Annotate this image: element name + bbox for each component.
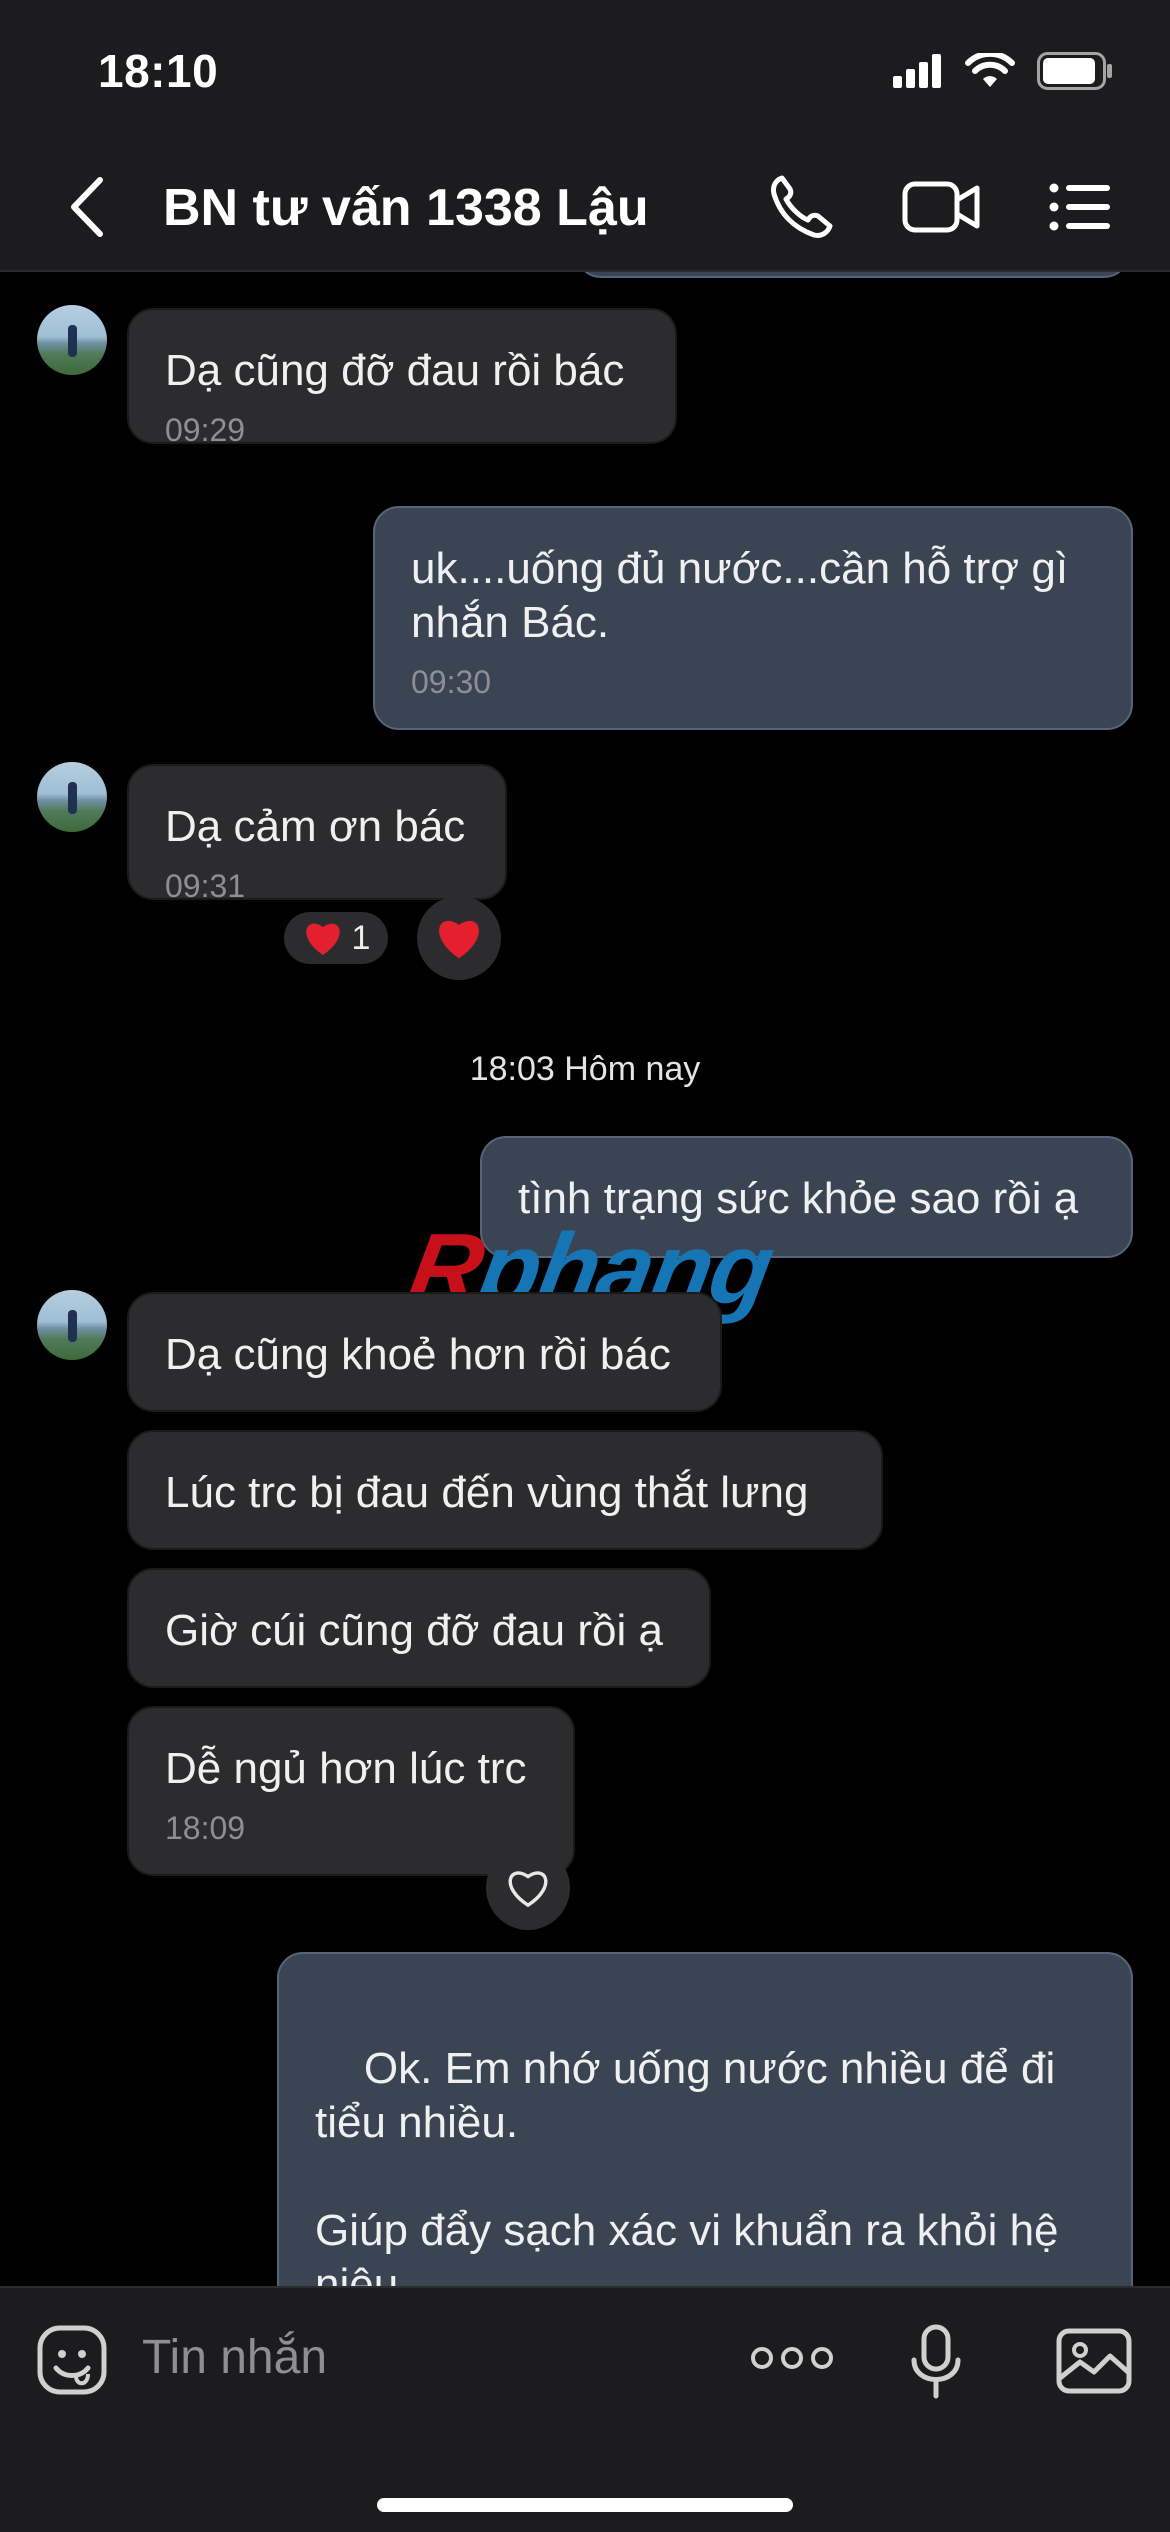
avatar[interactable] (37, 1290, 107, 1360)
message-text: Lúc trc bị đau đến vùng thắt lưng (165, 1468, 809, 1517)
message-bubble-incoming[interactable]: Giờ cúi cũng đỡ đau rồi ạ (127, 1568, 711, 1688)
image-gallery-icon[interactable] (1056, 2328, 1132, 2394)
home-indicator (377, 2498, 793, 2512)
wifi-icon (965, 53, 1015, 87)
previous-message-edge (575, 272, 1130, 278)
date-separator: 18:03 Hôm nay (469, 1050, 701, 1088)
message-bubble-outgoing[interactable]: uk....uống đủ nước...cần hỗ trợ gì nhắn … (373, 506, 1133, 730)
heart-icon (305, 923, 340, 955)
reaction-count: 1 (351, 918, 371, 957)
header-divider (0, 270, 1170, 272)
message-bubble-incoming[interactable]: Dạ cũng đỡ đau rồi bác 09:29 (127, 308, 677, 448)
top-bar: 18:10 BN tư vấn 1338 Lậu (0, 0, 1170, 272)
video-camera-icon[interactable] (902, 172, 980, 242)
message-bubble-incoming[interactable]: Dạ cũng khoẻ hơn rồi bác (127, 1292, 722, 1412)
message-input[interactable]: Tin nhắn (142, 2330, 327, 2385)
message-time: 09:31 (165, 868, 246, 904)
avatar[interactable] (37, 305, 107, 375)
cellular-signal-icon (893, 54, 941, 88)
microphone-icon[interactable] (908, 2324, 964, 2400)
reaction-summary[interactable]: 1 (284, 912, 388, 964)
message-bubble-incoming[interactable]: Lúc trc bị đau đến vùng thắt lưng (127, 1430, 883, 1550)
react-button[interactable] (486, 1846, 570, 1930)
react-button[interactable] (417, 896, 501, 980)
chevron-left-icon[interactable] (60, 172, 116, 242)
message-time: 09:29 (165, 412, 246, 448)
heart-outline-icon (508, 1871, 548, 1908)
message-list[interactable]: Dạ cũng đỡ đau rồi bác 09:29 uk....uống … (0, 272, 1170, 2286)
message-time: 18:09 (165, 1810, 246, 1846)
message-bubble-outgoing[interactable]: Ok. Em nhớ uống nước nhiều để đi tiểu nh… (277, 1952, 1133, 2286)
avatar[interactable] (37, 762, 107, 832)
battery-icon (1037, 52, 1112, 90)
list-menu-icon[interactable] (1048, 172, 1112, 242)
chat-title[interactable]: BN tư vấn 1338 Lậu (163, 178, 649, 238)
message-text: Dễ ngủ hơn lúc trc (165, 1744, 527, 1793)
message-text: uk....uống đủ nước...cần hỗ trợ gì nhắn … (411, 544, 1069, 647)
status-icons (893, 52, 1115, 90)
message-bubble-incoming[interactable]: Dạ cảm ơn bác 09:31 (127, 764, 507, 904)
message-text: Giờ cúi cũng đỡ đau rồi ạ (165, 1606, 663, 1655)
status-time: 18:10 (98, 45, 219, 97)
message-text: Dạ cảm ơn bác (165, 802, 466, 851)
more-options-icon[interactable] (750, 2340, 834, 2376)
heart-icon (439, 920, 479, 959)
phone-icon[interactable] (768, 172, 834, 242)
message-time: 09:30 (411, 664, 492, 700)
input-bar: Tin nhắn (0, 2286, 1170, 2532)
sticker-icon[interactable] (36, 2324, 108, 2396)
message-text: Dạ cũng đỡ đau rồi bác (165, 346, 625, 395)
message-text: Dạ cũng khoẻ hơn rồi bác (165, 1330, 671, 1379)
message-text: Ok. Em nhớ uống nước nhiều để đi tiểu nh… (315, 2044, 1059, 2286)
